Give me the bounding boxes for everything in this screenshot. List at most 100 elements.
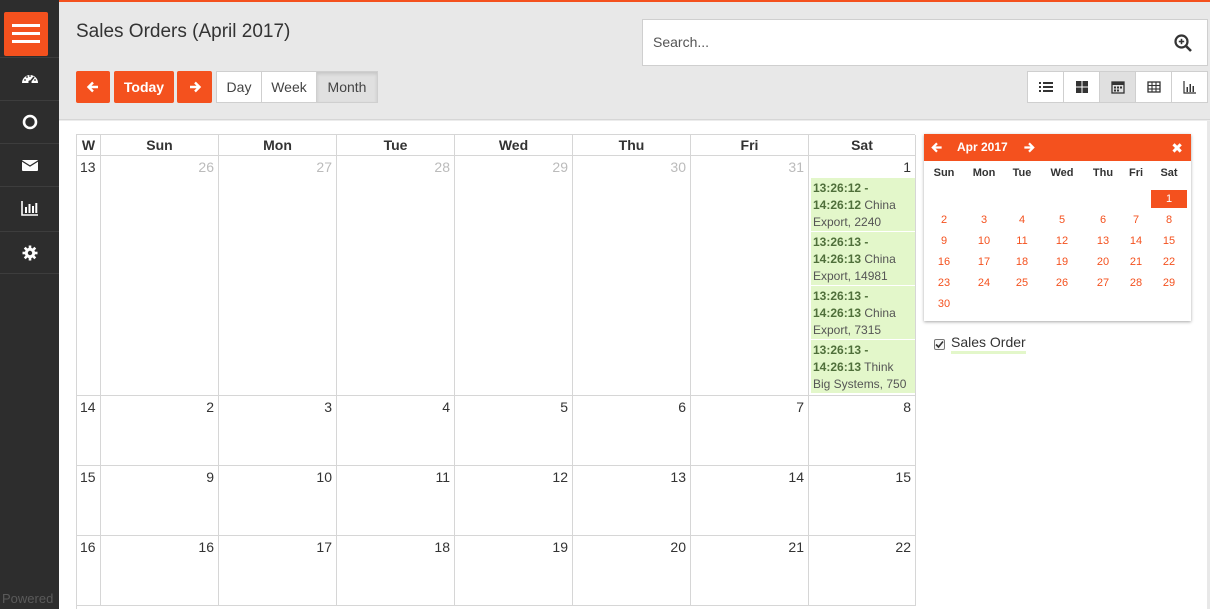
- day-cell[interactable]: 26: [101, 156, 219, 396]
- circle-icon: [22, 114, 37, 130]
- calendar-event[interactable]: 13:26:13 - 14:26:13 China Export, 7315: [811, 286, 915, 339]
- day-number: 13: [670, 469, 686, 485]
- sidebar-item-settings[interactable]: [0, 231, 59, 274]
- day-cell[interactable]: 21: [691, 536, 809, 606]
- search-input[interactable]: [653, 34, 1153, 50]
- mini-day[interactable]: 27: [1085, 274, 1121, 292]
- week-number-label: 13: [80, 159, 96, 175]
- list-view-button[interactable]: [1027, 71, 1064, 103]
- close-icon[interactable]: ✖: [1171, 140, 1183, 157]
- day-cell[interactable]: 12: [455, 466, 573, 536]
- hamburger-icon: [12, 24, 40, 27]
- mini-day[interactable]: 6: [1085, 211, 1121, 229]
- day-cell[interactable]: 15: [809, 466, 916, 536]
- mini-day[interactable]: 24: [966, 274, 1002, 292]
- mini-day[interactable]: 14: [1118, 232, 1154, 250]
- calendar-event[interactable]: 13:26:12 - 14:26:12 China Export, 2240: [811, 178, 915, 231]
- mini-day[interactable]: 8: [1151, 211, 1187, 229]
- mini-day[interactable]: 22: [1151, 253, 1187, 271]
- day-cell[interactable]: 18: [337, 536, 455, 606]
- mini-day[interactable]: 2: [926, 211, 962, 229]
- mini-day[interactable]: 23: [926, 274, 962, 292]
- table-view-button[interactable]: [1135, 71, 1172, 103]
- day-cell[interactable]: 30: [573, 156, 691, 396]
- day-number: 10: [316, 469, 332, 485]
- mini-day[interactable]: 5: [1044, 211, 1080, 229]
- legend-checkbox[interactable]: [934, 338, 945, 350]
- mini-next-icon[interactable]: [1022, 141, 1036, 154]
- arrow-left-icon: [86, 81, 98, 93]
- day-cell[interactable]: 9: [101, 466, 219, 536]
- arrow-right-icon: [189, 81, 201, 93]
- month-view-button[interactable]: Month: [316, 71, 378, 103]
- day-cell[interactable]: 10: [219, 466, 337, 536]
- day-cell[interactable]: 6: [573, 396, 691, 466]
- week-view-button[interactable]: Week: [261, 71, 317, 103]
- sidebar-item-circle[interactable]: [0, 100, 59, 143]
- calendar-event[interactable]: 13:26:13 - 14:26:13 China Export, 14981: [811, 232, 915, 285]
- mini-day[interactable]: 26: [1044, 274, 1080, 292]
- sidebar-item-dashboard[interactable]: [0, 57, 59, 100]
- mini-day[interactable]: 12: [1044, 232, 1080, 250]
- day-cell[interactable]: 22: [809, 536, 916, 606]
- mini-day[interactable]: 25: [1004, 274, 1040, 292]
- legend-sales-order[interactable]: Sales Order: [934, 334, 1026, 354]
- day-header: Sun: [101, 135, 219, 156]
- mini-day[interactable]: 11: [1004, 232, 1040, 250]
- day-cell[interactable]: 19: [455, 536, 573, 606]
- kanban-view-button[interactable]: [1063, 71, 1100, 103]
- event-time: 13:26:12 - 14:26:12: [813, 181, 869, 212]
- mini-day[interactable]: 13: [1085, 232, 1121, 250]
- sidebar-item-mail[interactable]: [0, 143, 59, 186]
- day-view-button[interactable]: Day: [216, 71, 262, 103]
- day-cell[interactable]: 4: [337, 396, 455, 466]
- day-cell[interactable]: 7: [691, 396, 809, 466]
- mini-day[interactable]: 10: [966, 232, 1002, 250]
- day-cell[interactable]: 31: [691, 156, 809, 396]
- calendar-event[interactable]: 13:26:13 - 14:26:13 Think Big Systems, 7…: [811, 340, 915, 393]
- mini-day[interactable]: 30: [926, 295, 962, 313]
- content-area: W Sun Mon Tue Wed Thu Fri Sat 13 26 27 28 29 30 31 1 13:…: [59, 121, 1210, 609]
- mini-day[interactable]: 20: [1085, 253, 1121, 271]
- day-cell[interactable]: 1 13:26:12 - 14:26:12 China Export, 2240 1…: [809, 156, 916, 396]
- day-number: 18: [434, 539, 450, 555]
- day-cell[interactable]: 11: [337, 466, 455, 536]
- mini-prev-icon[interactable]: [930, 141, 944, 154]
- calendar-view-button[interactable]: [1099, 71, 1136, 103]
- graph-view-button[interactable]: [1171, 71, 1208, 103]
- day-cell[interactable]: 27: [219, 156, 337, 396]
- day-cell[interactable]: 17: [219, 536, 337, 606]
- next-button[interactable]: [177, 71, 212, 103]
- mini-day[interactable]: 17: [966, 253, 1002, 271]
- day-cell[interactable]: 28: [337, 156, 455, 396]
- mini-day[interactable]: 15: [1151, 232, 1187, 250]
- menu-button[interactable]: [4, 12, 48, 56]
- mini-day[interactable]: 28: [1118, 274, 1154, 292]
- mini-day[interactable]: 21: [1118, 253, 1154, 271]
- mini-day[interactable]: 3: [966, 211, 1002, 229]
- mini-day[interactable]: 19: [1044, 253, 1080, 271]
- mini-day[interactable]: 4: [1004, 211, 1040, 229]
- mini-day[interactable]: 16: [926, 253, 962, 271]
- grid-icon: [1075, 81, 1088, 93]
- mini-day[interactable]: 1: [1151, 190, 1187, 208]
- mini-day[interactable]: 18: [1004, 253, 1040, 271]
- mini-day[interactable]: 7: [1118, 211, 1154, 229]
- prev-button[interactable]: [76, 71, 110, 103]
- sidebar-item-reports[interactable]: [0, 186, 59, 229]
- mini-day[interactable]: 9: [926, 232, 962, 250]
- day-cell[interactable]: 8: [809, 396, 916, 466]
- day-cell[interactable]: 2: [101, 396, 219, 466]
- day-cell[interactable]: 14: [691, 466, 809, 536]
- day-cell[interactable]: 3: [219, 396, 337, 466]
- day-cell[interactable]: 20: [573, 536, 691, 606]
- day-cell[interactable]: 29: [455, 156, 573, 396]
- day-cell[interactable]: 16: [101, 536, 219, 606]
- day-cell[interactable]: 13: [573, 466, 691, 536]
- today-button[interactable]: Today: [114, 71, 174, 103]
- mini-day[interactable]: 29: [1151, 274, 1187, 292]
- day-cell[interactable]: 5: [455, 396, 573, 466]
- search-icon[interactable]: [1173, 33, 1193, 53]
- day-number: 20: [670, 539, 686, 555]
- day-header: Mon: [219, 135, 337, 156]
